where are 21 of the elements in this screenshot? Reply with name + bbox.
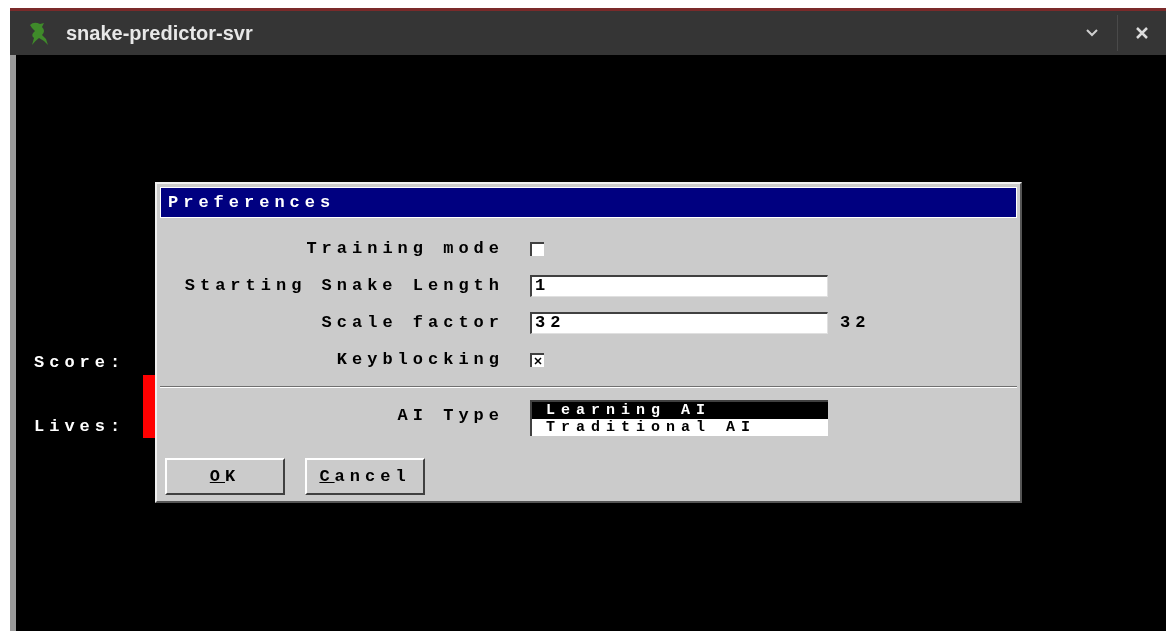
dialog-button[interactable]: Cancel	[305, 458, 425, 495]
field-label: Keyblocking	[335, 348, 505, 371]
ai-type-list[interactable]: Learning AI Traditional AI	[530, 400, 828, 436]
checkbox[interactable]	[530, 352, 544, 367]
input-field[interactable]: 1	[530, 274, 828, 297]
field-label: Scale factor	[320, 311, 505, 334]
field-label: Training mode	[305, 237, 505, 260]
dialog-title: Preferences	[168, 191, 336, 214]
score-label: Score:	[34, 352, 126, 374]
close-icon[interactable]	[1136, 27, 1148, 39]
dialog-button[interactable]: OK	[165, 458, 285, 495]
input-field[interactable]: 32	[530, 311, 828, 334]
lives-label: Lives:	[34, 415, 126, 438]
check-x-icon	[534, 356, 542, 365]
checkbox[interactable]	[530, 241, 544, 256]
window-title: snake-predictor-svr	[66, 21, 253, 46]
chevron-down-icon[interactable]	[1085, 28, 1099, 38]
value-reading: 32	[840, 311, 871, 334]
field-label: AI Type	[396, 405, 505, 427]
list-item[interactable]: Learning AI	[532, 402, 828, 419]
field-label: Starting Snake Length	[183, 274, 505, 297]
